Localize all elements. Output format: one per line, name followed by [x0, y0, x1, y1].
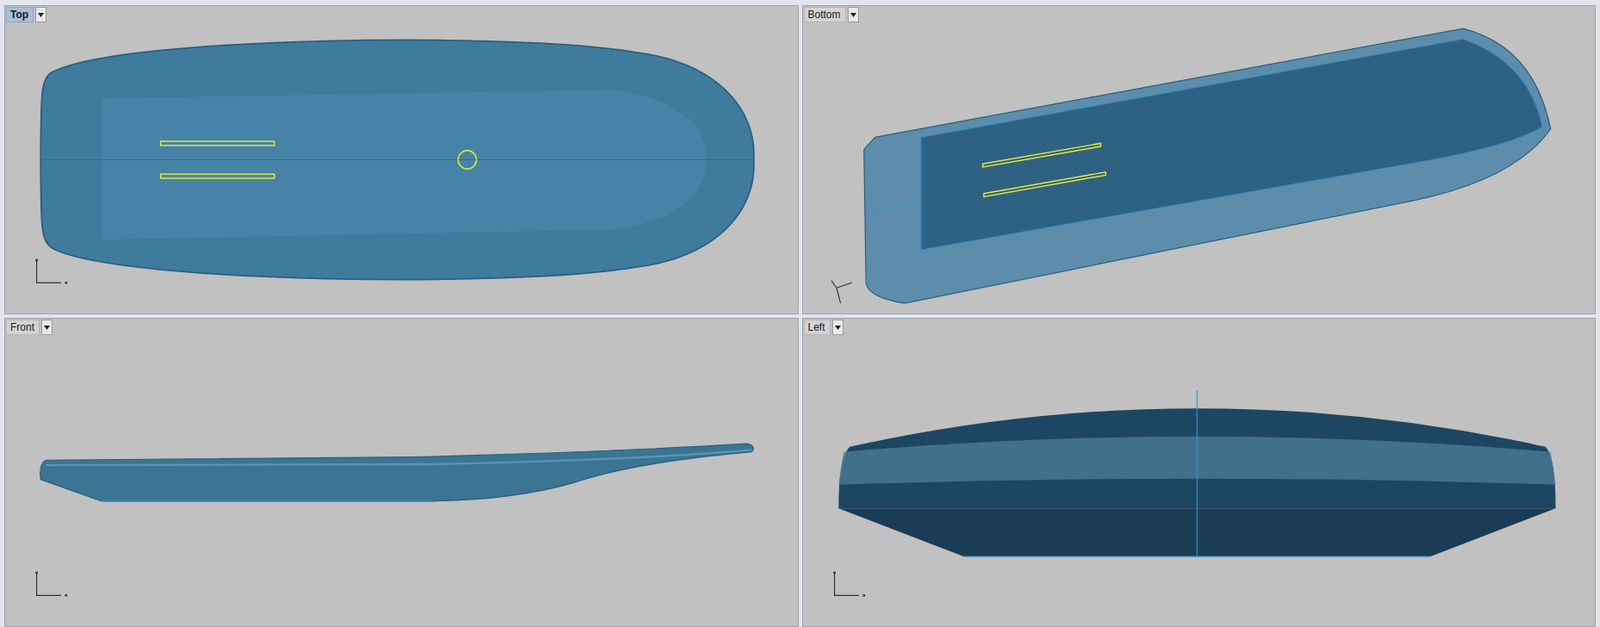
viewport-label[interactable]: Bottom — [803, 6, 859, 23]
viewport-title[interactable]: Left — [803, 319, 831, 335]
dropdown-arrow-icon[interactable] — [35, 6, 47, 23]
viewport-label[interactable]: Front — [6, 319, 53, 335]
surfboard-render-icon — [803, 6, 1596, 314]
viewport-title[interactable]: Front — [6, 319, 40, 335]
dropdown-arrow-icon[interactable] — [847, 6, 859, 23]
viewport[interactable]: Front — [4, 317, 799, 627]
viewport[interactable]: Bottom — [802, 5, 1597, 315]
viewport-grid: Top Bottom Front Left — [0, 0, 1600, 627]
surfboard-render-icon — [5, 318, 798, 626]
viewport-title[interactable]: Top — [6, 6, 34, 23]
surfboard-render-icon — [803, 318, 1596, 626]
viewport[interactable]: Top — [4, 5, 799, 315]
dropdown-arrow-icon[interactable] — [832, 319, 844, 335]
surfboard-render-icon — [5, 6, 798, 314]
viewport-label[interactable]: Top — [6, 6, 47, 23]
viewport[interactable]: Left — [802, 317, 1597, 627]
dropdown-arrow-icon[interactable] — [41, 319, 53, 335]
viewport-label[interactable]: Left — [803, 319, 844, 335]
viewport-title[interactable]: Bottom — [803, 6, 847, 23]
